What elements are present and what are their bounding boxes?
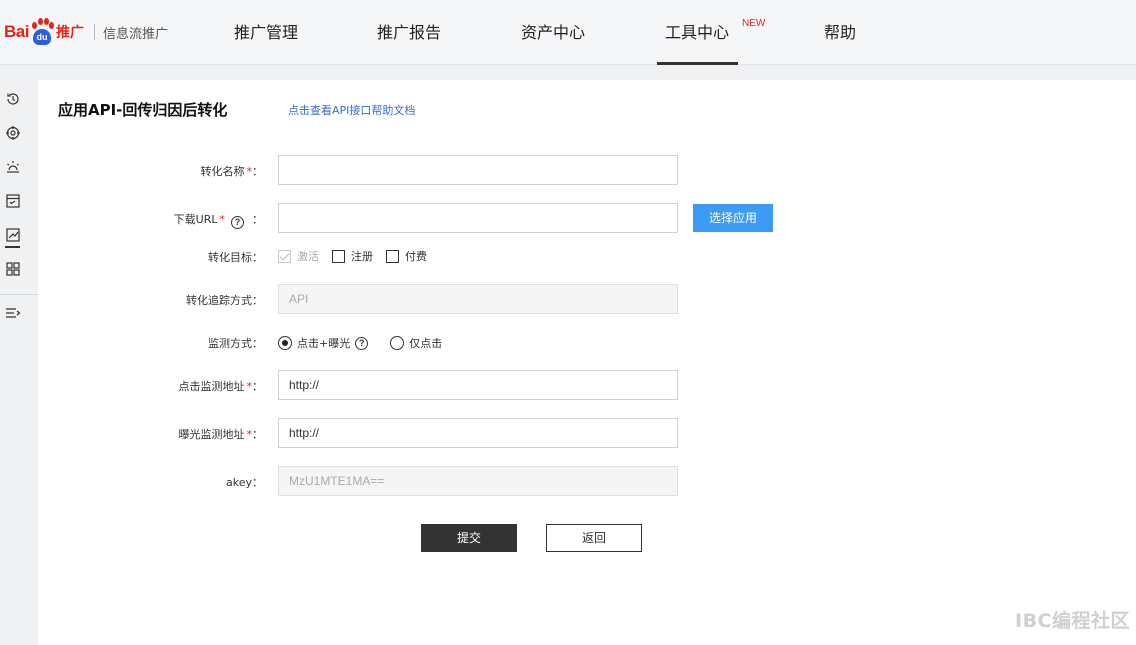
- main-content-panel: 应用API-回传归因后转化 点击查看API接口帮助文档 转化名称 *： 下载URL…: [38, 80, 1136, 645]
- nav-tab-asset-center[interactable]: 资产中心: [521, 0, 585, 65]
- page-title: 应用API-回传归因后转化: [58, 101, 228, 119]
- checkbox-label: 付费: [405, 250, 427, 263]
- impression-monitor-url-label: 曝光监测地址 *：: [179, 426, 264, 442]
- akey-label: akey：: [226, 476, 263, 489]
- label-colon: ：: [252, 380, 263, 393]
- click-monitor-url-input[interactable]: [278, 370, 678, 400]
- logo-text-du: du: [32, 29, 51, 45]
- baidu-paw-icon: du: [30, 18, 54, 46]
- nav-tab-help[interactable]: 帮助: [824, 0, 856, 65]
- goal-activate-checkbox[interactable]: 激活: [278, 248, 319, 264]
- impression-monitor-url-input[interactable]: [278, 418, 678, 448]
- logo-text-bai: Bai: [4, 22, 29, 41]
- conversion-name-label: 转化名称 *：: [201, 163, 264, 179]
- conversion-goal-label: 转化目标：: [208, 251, 263, 264]
- checklist-icon[interactable]: [5, 193, 21, 209]
- monitor-click-impression-radio[interactable]: 点击+曝光 ?: [278, 335, 369, 351]
- target-icon[interactable]: [5, 125, 21, 141]
- label-colon: ：: [252, 165, 263, 178]
- monitor-method-label: 监测方式：: [208, 337, 263, 350]
- help-question-icon[interactable]: ?: [355, 336, 369, 350]
- nav-tab-tool-center[interactable]: 工具中心 NEW: [656, 0, 765, 65]
- goal-register-checkbox[interactable]: 注册: [332, 248, 373, 264]
- checkbox-label: 注册: [351, 250, 373, 263]
- choose-app-button[interactable]: 选择应用: [693, 204, 773, 232]
- logo-text-tuiguang: 推广: [55, 25, 84, 41]
- api-help-doc-link[interactable]: 点击查看API接口帮助文档: [288, 102, 415, 118]
- left-sidebar: [0, 80, 44, 645]
- download-url-input[interactable]: [278, 203, 678, 233]
- tracking-method-label: 转化追踪方式：: [186, 294, 263, 307]
- nav-tab-tool-center-label: 工具中心: [665, 23, 730, 42]
- checkbox-box: [332, 249, 345, 263]
- new-badge: NEW: [742, 18, 766, 29]
- checkbox-label: 激活: [297, 250, 319, 263]
- conversion-name-input[interactable]: [278, 155, 678, 185]
- help-question-icon[interactable]: ?: [231, 216, 244, 229]
- download-url-label-text: 下载URL: [173, 213, 218, 226]
- monitor-method-radio-group: 点击+曝光 ? 仅点击: [278, 335, 464, 351]
- label-colon: ：: [252, 213, 263, 226]
- top-navigation-bar: Bai du 推广 信息流推广 推广管理 推广报告 资产中心 工具中心 NEW …: [0, 0, 1136, 65]
- grid-icon[interactable]: [5, 261, 21, 277]
- back-button[interactable]: 返回: [546, 524, 642, 552]
- collapse-menu-icon[interactable]: [5, 305, 21, 321]
- click-monitor-url-label-text: 点击监测地址: [178, 380, 245, 393]
- nav-tab-reports[interactable]: 推广报告: [377, 0, 441, 65]
- goal-payment-checkbox[interactable]: 付费: [386, 248, 427, 264]
- click-monitor-url-label: 点击监测地址 *：: [179, 378, 264, 394]
- radio-dot: [278, 336, 292, 350]
- submit-button[interactable]: 提交: [421, 524, 517, 552]
- trend-chart-icon[interactable]: [5, 227, 21, 243]
- checkbox-box: [386, 249, 399, 263]
- radio-dot: [390, 336, 405, 350]
- sidebar-active-indicator: [5, 246, 20, 248]
- refresh-clock-icon[interactable]: [5, 91, 21, 107]
- bulb-icon[interactable]: [5, 159, 21, 175]
- logo-product-name: 信息流推广: [102, 26, 168, 42]
- impression-monitor-url-label-text: 曝光监测地址: [178, 428, 245, 441]
- monitor-click-only-radio[interactable]: 仅点击: [390, 335, 442, 351]
- radio-label: 仅点击: [409, 337, 443, 350]
- tracking-method-input: [278, 284, 678, 314]
- nav-tab-campaign-management[interactable]: 推广管理: [234, 0, 298, 65]
- label-colon: ：: [252, 428, 263, 441]
- required-mark: *: [219, 213, 226, 226]
- logo-divider: [93, 24, 95, 40]
- conversion-goal-checkbox-group: 激活 注册 付费: [278, 248, 440, 264]
- baidu-tuiguang-logo[interactable]: Bai du 推广 信息流推广: [4, 14, 168, 50]
- watermark: IBC编程社区: [1015, 610, 1130, 632]
- radio-label: 点击+曝光: [297, 337, 351, 350]
- checkbox-box: [278, 249, 291, 263]
- conversion-name-label-text: 转化名称: [200, 165, 245, 178]
- download-url-label: 下载URL *? ：: [174, 211, 263, 229]
- akey-input: [278, 466, 678, 496]
